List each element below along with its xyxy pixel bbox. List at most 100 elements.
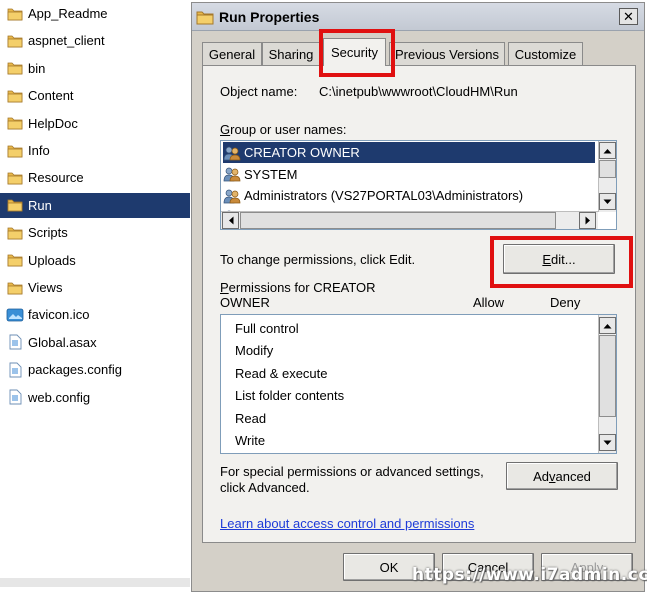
permission-name: Full control xyxy=(235,321,299,336)
file-name: Info xyxy=(28,143,50,158)
dialog-titlebar[interactable]: Run Properties ✕ xyxy=(192,3,644,31)
user-name: CREATOR OWNER xyxy=(244,145,360,160)
folder-icon xyxy=(7,172,23,185)
file-name: favicon.ico xyxy=(28,307,90,323)
file-name: web.config xyxy=(28,389,91,405)
button-label: Ad xyxy=(533,468,549,484)
user-list-item[interactable]: SYSTEM xyxy=(223,164,595,185)
scroll-right-button[interactable] xyxy=(579,212,596,229)
h-scroll-thumb[interactable] xyxy=(240,212,556,229)
permission-list-item: Read & execute xyxy=(235,363,328,384)
tab-label: Previous Versions xyxy=(394,46,500,62)
document-icon xyxy=(9,362,22,378)
access-key: G xyxy=(220,122,231,137)
tab-label: General xyxy=(208,46,256,62)
learn-access-control-link[interactable]: Learn about access control and permissio… xyxy=(220,516,474,531)
users-listbox[interactable]: CREATOR OWNER SYSTEM Administrators (VS27P… xyxy=(220,140,617,230)
file-list-item[interactable]: Scripts xyxy=(0,220,190,245)
permission-name: Read xyxy=(235,410,267,426)
permission-list-item: Write xyxy=(235,430,265,451)
folder-icon xyxy=(7,117,23,130)
file-name: Content xyxy=(28,88,74,104)
close-button[interactable]: ✕ xyxy=(619,8,638,25)
permissions-vertical-scrollbar[interactable] xyxy=(598,315,616,453)
scroll-up-button[interactable] xyxy=(599,142,616,159)
permission-list-item: Read xyxy=(235,408,266,429)
arrow-down-icon xyxy=(603,199,612,204)
file-list-item[interactable]: App_Readme xyxy=(0,1,190,26)
scroll-down-button[interactable] xyxy=(599,193,616,210)
special-permissions-hint-line2: click Advanced. xyxy=(220,480,310,495)
permission-name: Read & execute xyxy=(235,365,328,381)
folder-icon xyxy=(7,8,23,20)
user-group-icon xyxy=(223,146,241,160)
scroll-down-button[interactable] xyxy=(599,434,616,451)
folder-icon xyxy=(7,62,23,75)
button-label: anced xyxy=(555,468,591,484)
arrow-down-icon xyxy=(603,440,612,445)
edit-button[interactable]: Edit... xyxy=(503,244,615,274)
arrow-up-icon xyxy=(603,323,612,328)
button-label: dit... xyxy=(551,251,576,267)
tab-general[interactable]: General xyxy=(202,42,262,65)
dialog-title: Run Properties xyxy=(219,8,320,25)
explorer-status-strip xyxy=(0,578,190,587)
file-list-item[interactable]: aspnet_client xyxy=(0,28,190,53)
file-list-item[interactable]: Run xyxy=(0,192,190,218)
user-list-item[interactable]: Administrators (VS27PORTAL03\Administrat… xyxy=(223,185,595,206)
advanced-button[interactable]: Ad v anced xyxy=(506,462,618,490)
access-key: E xyxy=(542,251,552,267)
file-name: Run xyxy=(28,197,52,213)
arrow-right-icon xyxy=(585,216,590,225)
file-name: Scripts xyxy=(28,225,68,241)
file-list-item[interactable]: Info xyxy=(0,138,190,163)
tab-customize[interactable]: Customize xyxy=(508,42,583,65)
permission-name: List folder contents xyxy=(235,388,345,404)
users-horizontal-scrollbar[interactable] xyxy=(221,211,598,229)
tab-security[interactable]: Security xyxy=(323,38,386,66)
file-name: Global.asax xyxy=(28,334,97,350)
file-list-item[interactable]: Resource xyxy=(0,165,190,190)
folder-icon xyxy=(7,282,23,294)
tab-sharing[interactable]: Sharing xyxy=(262,42,320,65)
permissions-listbox[interactable]: Full control Modify Read & execute List fol… xyxy=(220,314,617,454)
tab-label: Sharing xyxy=(268,46,314,62)
permission-list-item: List folder contents xyxy=(235,385,344,406)
users-vertical-scrollbar[interactable] xyxy=(598,141,616,212)
file-list-item[interactable]: Global.asax xyxy=(0,330,190,355)
folder-icon xyxy=(7,35,23,48)
file-list-item[interactable]: bin xyxy=(0,56,190,81)
tab-previous-versions[interactable]: Previous Versions xyxy=(389,42,505,65)
file-list-item[interactable]: web.config xyxy=(0,385,190,410)
scroll-thumb[interactable] xyxy=(599,335,616,417)
security-tab-panel: Object name: C:\inetpub\wwwroot\CloudHM\… xyxy=(202,65,636,543)
run-properties-dialog: Run Properties ✕ General Sharing Securit… xyxy=(191,2,645,592)
file-list-item[interactable]: packages.config xyxy=(0,357,190,382)
file-list-item[interactable]: HelpDoc xyxy=(0,111,190,136)
close-icon: ✕ xyxy=(623,8,634,24)
label-text: ermissions for CREATOR xyxy=(228,280,376,295)
scroll-left-button[interactable] xyxy=(222,212,239,229)
button-label: OK xyxy=(379,559,399,575)
file-list-item[interactable]: Uploads xyxy=(0,248,190,273)
file-list-item[interactable]: Views xyxy=(0,275,190,300)
file-list: App_Readme aspnet_clientbin Content HelpDoc… xyxy=(0,0,190,587)
folder-icon xyxy=(7,90,23,103)
file-list-item[interactable]: Content xyxy=(0,83,190,108)
file-name: aspnet_client xyxy=(28,33,105,49)
document-icon xyxy=(9,389,22,405)
arrow-left-icon xyxy=(228,216,233,225)
folder-icon xyxy=(7,227,23,240)
scroll-up-button[interactable] xyxy=(599,317,616,334)
document-icon xyxy=(9,334,22,350)
scroll-thumb[interactable] xyxy=(599,160,616,178)
object-name-value: C:\inetpub\wwwroot\CloudHM\Run xyxy=(319,84,518,99)
folder-icon xyxy=(7,199,23,212)
file-name: Uploads xyxy=(28,252,76,268)
label-text: roup or user names: xyxy=(230,122,347,137)
user-list-item[interactable]: CREATOR OWNER xyxy=(223,142,595,163)
file-name: App_Readme xyxy=(28,6,108,21)
watermark-text: https://www.i7admin.cc xyxy=(412,565,647,585)
file-list-item[interactable]: favicon.ico xyxy=(0,302,190,327)
permissions-for-label: Permissions for CREATOR xyxy=(220,280,376,295)
